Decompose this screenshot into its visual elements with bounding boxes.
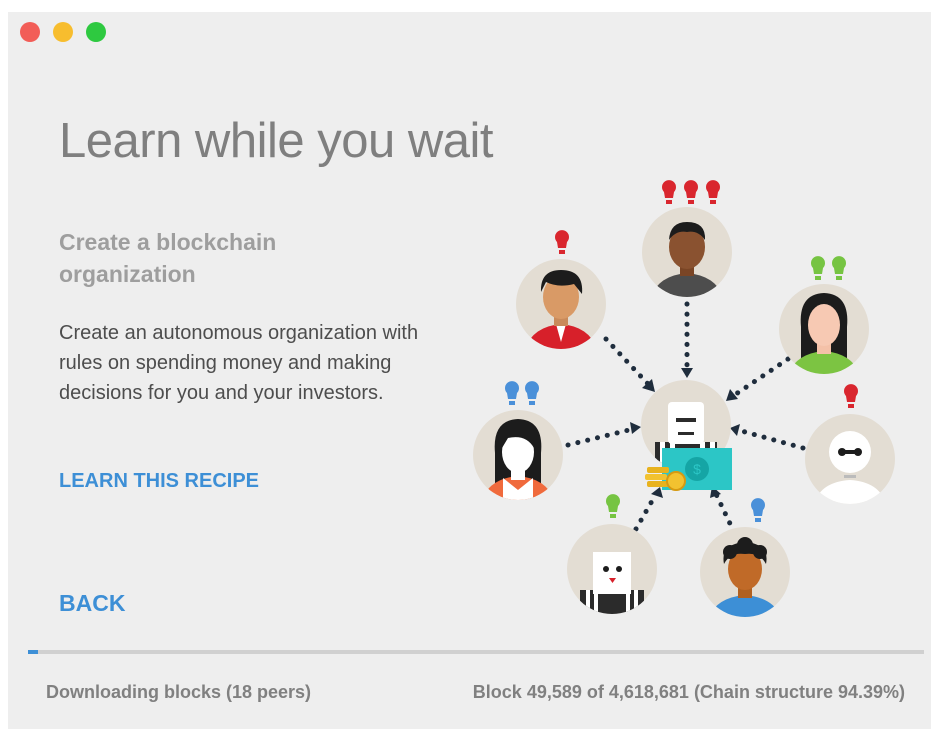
robot-avatar-1 [805,414,895,504]
back-button[interactable]: BACK [59,590,125,617]
investor-avatar-5 [700,527,790,617]
close-window-button[interactable] [20,22,40,42]
sync-progress-fill [28,650,38,654]
sync-progress-bar [28,650,924,654]
investor-avatar-3 [779,284,869,374]
investor-avatar-4 [473,410,563,500]
maximize-window-button[interactable] [86,22,106,42]
peer-status: Downloading blocks (18 peers) [46,682,312,702]
minimize-window-button[interactable] [53,22,73,42]
investor-avatar-1 [516,259,606,349]
recipe-description: Create an autonomous organization with r… [59,322,419,404]
investor-avatar-2 [642,207,732,297]
robot-avatar-2 [567,524,657,614]
page-title: Learn while you wait [59,114,493,168]
blockchain-organization-illustration: $ [473,180,895,617]
window-controls [20,22,106,42]
block-status: Block 49,589 of 4,618,681 (Chain structu… [472,682,905,702]
svg-text:$: $ [693,461,701,477]
app-window: Learn while you wait Create a blockchain… [8,12,931,729]
learn-recipe-link[interactable]: LEARN THIS RECIPE [59,470,259,493]
recipe-title: Create a blockchain organization [59,229,277,287]
